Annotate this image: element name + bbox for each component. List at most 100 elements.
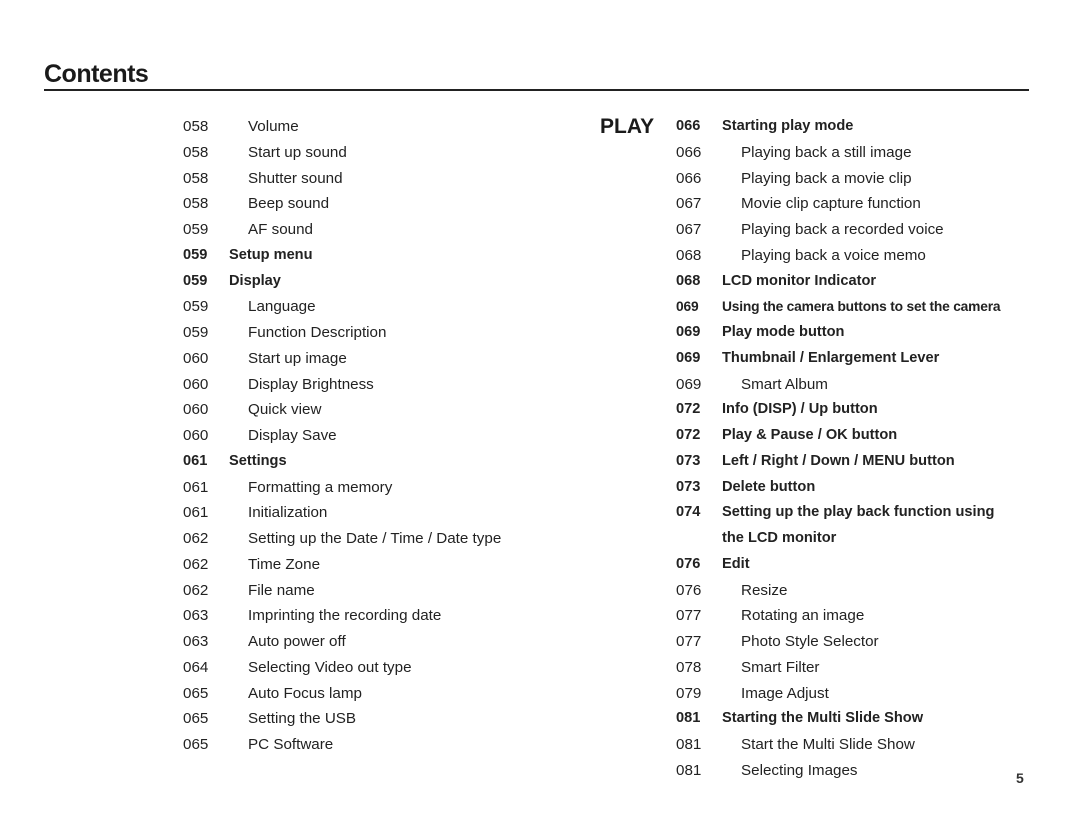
toc-page-number: 069	[676, 349, 701, 366]
toc-entry[interactable]: 068 Playing back a voice memo	[676, 243, 1000, 269]
toc-entry-label: Setting up the play back function using	[722, 504, 995, 521]
toc-entry-label: Left / Right / Down / MENU button	[722, 452, 955, 469]
toc-entry[interactable]: 077 Rotating an image	[676, 603, 1000, 629]
toc-entry[interactable]: 065 Auto Focus lamp	[183, 681, 501, 707]
toc-entry[interactable]: 076 Edit	[676, 552, 1000, 578]
toc-entry[interactable]: 069 Thumbnail / Enlargement Lever	[676, 346, 1000, 372]
toc-entry[interactable]: 066 Starting play mode	[676, 114, 1000, 140]
toc-entry[interactable]: 061 Initialization	[183, 500, 501, 526]
toc-entry[interactable]: 072 Info (DISP) / Up button	[676, 397, 1000, 423]
toc-page-number: 058	[183, 118, 209, 135]
toc-page-number: 064	[183, 658, 209, 676]
toc-entry[interactable]: 066 Playing back a still image	[676, 140, 1000, 166]
toc-entry[interactable]: 076 Resize	[676, 578, 1000, 604]
toc-page-number: 069	[676, 324, 701, 340]
toc-page-number: 062	[183, 530, 209, 547]
toc-entry[interactable]: 062 Setting up the Date / Time / Date typ…	[183, 526, 501, 552]
toc-entry-label: Language	[248, 298, 316, 316]
toc-page-number: 059	[183, 324, 209, 341]
toc-entry[interactable]: 062 Time Zone	[183, 552, 501, 578]
toc-page-number: 076	[676, 581, 702, 599]
toc-page-number: 061	[183, 478, 209, 496]
toc-entry-label: Volume	[248, 118, 299, 135]
toc-entry[interactable]: 059 AF sound	[183, 217, 501, 243]
toc-entry[interactable]: 060 Quick view	[183, 397, 501, 423]
toc-entry[interactable]: 063 Imprinting the recording date	[183, 603, 501, 629]
toc-entry[interactable]: 065 PC Software	[183, 732, 501, 758]
toc-entry[interactable]: 059 Language	[183, 294, 501, 320]
toc-page-number: 065	[183, 710, 209, 728]
toc-page-number: 078	[676, 658, 702, 676]
toc-entry-label: Initialization	[248, 504, 328, 522]
toc-entry-label: Start up image	[248, 349, 347, 367]
toc-entry[interactable]: 068 LCD monitor Indicator	[676, 269, 1000, 295]
toc-entry-label: Imprinting the recording date	[248, 607, 442, 625]
toc-entry[interactable]: 062 File name	[183, 578, 501, 604]
toc-entry[interactable]: 069 Play mode button	[676, 320, 1000, 346]
toc-page-number: 079	[676, 684, 702, 702]
toc-entry-label: AF sound	[248, 221, 314, 238]
toc-entry[interactable]: 059 Function Description	[183, 320, 501, 346]
toc-entry[interactable]: 058 Volume	[183, 114, 501, 140]
toc-entry[interactable]: 063 Auto power off	[183, 629, 501, 655]
toc-entry-label: Playing back a voice memo	[741, 246, 926, 264]
toc-entry[interactable]: 072 Play & Pause / OK button	[676, 423, 1000, 449]
toc-entry[interactable]: 069 Smart Album	[676, 372, 1000, 398]
toc-entry[interactable]: 058 Beep sound	[183, 191, 501, 217]
toc-entry-label: Resize	[741, 581, 788, 599]
toc-entry[interactable]: 069 Using the camera buttons to set the c…	[676, 294, 1001, 320]
toc-entry[interactable]: 066 Playing back a movie clip	[676, 166, 1000, 192]
toc-entry[interactable]: 078 Smart Filter	[676, 655, 1000, 681]
toc-entry-label: Auto Focus lamp	[248, 684, 362, 702]
toc-entry[interactable]: 061 Settings	[183, 449, 501, 475]
toc-entry-label: Smart Filter	[741, 658, 820, 676]
toc-page-number: 058	[183, 169, 209, 187]
toc-entry[interactable]: 067 Playing back a recorded voice	[676, 217, 1000, 243]
toc-entry[interactable]: 064 Selecting Video out type	[183, 655, 501, 681]
toc-entry-label: Selecting Images	[741, 761, 858, 779]
toc-page-number: 077	[676, 633, 702, 650]
toc-entry[interactable]: 065 Setting the USB	[183, 706, 501, 732]
toc-entry-label: Time Zone	[248, 555, 321, 573]
toc-entry-label: Photo Style Selector	[741, 633, 879, 650]
toc-entry[interactable]: 059 Setup menu	[183, 243, 501, 269]
toc-entry-label: Smart Album	[741, 375, 828, 393]
toc-entry[interactable]: 074 Setting up the play back function usi…	[676, 500, 1000, 526]
toc-entry[interactable]: 081 Starting the Multi Slide Show	[676, 706, 1000, 732]
toc-page-number: 067	[676, 221, 702, 238]
toc-page-number: 077	[676, 607, 702, 625]
toc-entry[interactable]: 081 Selecting Images	[676, 758, 1000, 784]
toc-entry[interactable]: 073 Left / Right / Down / MENU button	[676, 449, 1000, 475]
toc-entry[interactable]: 060 Display Save	[183, 423, 501, 449]
toc-entry[interactable]: 058 Shutter sound	[183, 166, 501, 192]
toc-entry[interactable]: 060 Display Brightness	[183, 372, 501, 398]
toc-left-column: 058 Volume 058 Start up sound 058 Shutter sou…	[183, 114, 501, 758]
toc-page-number: 062	[183, 581, 209, 599]
toc-entry[interactable]: 079 Image Adjust	[676, 681, 1000, 707]
toc-entry[interactable]: 058 Start up sound	[183, 140, 501, 166]
toc-entry[interactable]: 077 Photo Style Selector	[676, 629, 1000, 655]
toc-entry-label: Using the camera buttons to set the came…	[722, 299, 1001, 315]
toc-page-number: 069	[676, 375, 702, 393]
toc-entry[interactable]: 060 Start up image	[183, 346, 501, 372]
toc-entry-label: Display Save	[248, 427, 337, 444]
toc-entry-label: Settings	[229, 452, 287, 469]
toc-entry[interactable]: the LCD monitor	[676, 526, 1000, 552]
toc-entry[interactable]: 073 Delete button	[676, 475, 1000, 501]
toc-entry-label: Info (DISP) / Up button	[722, 401, 878, 418]
toc-entry[interactable]: 067 Movie clip capture function	[676, 191, 1000, 217]
toc-right-column: 066 Starting play mode 066 Playing back a s…	[676, 114, 1001, 784]
toc-entry[interactable]: 061 Formatting a memory	[183, 475, 501, 501]
toc-page-number: 069	[676, 299, 699, 315]
toc-entry[interactable]: 081 Start the Multi Slide Show	[676, 732, 1000, 758]
toc-page-number: 061	[183, 504, 209, 522]
toc-page-number: 059	[183, 272, 208, 289]
toc-entry-label: Edit	[722, 555, 750, 572]
toc-entry-label: Start the Multi Slide Show	[741, 736, 915, 753]
toc-entry[interactable]: 059 Display	[183, 269, 501, 295]
toc-page-number: 059	[183, 221, 209, 238]
toc-page-number: 063	[183, 633, 209, 650]
toc-page-number: 081	[676, 736, 702, 753]
toc-entry-label: Formatting a memory	[248, 478, 393, 496]
toc-entry-label: the LCD monitor	[722, 530, 837, 546]
